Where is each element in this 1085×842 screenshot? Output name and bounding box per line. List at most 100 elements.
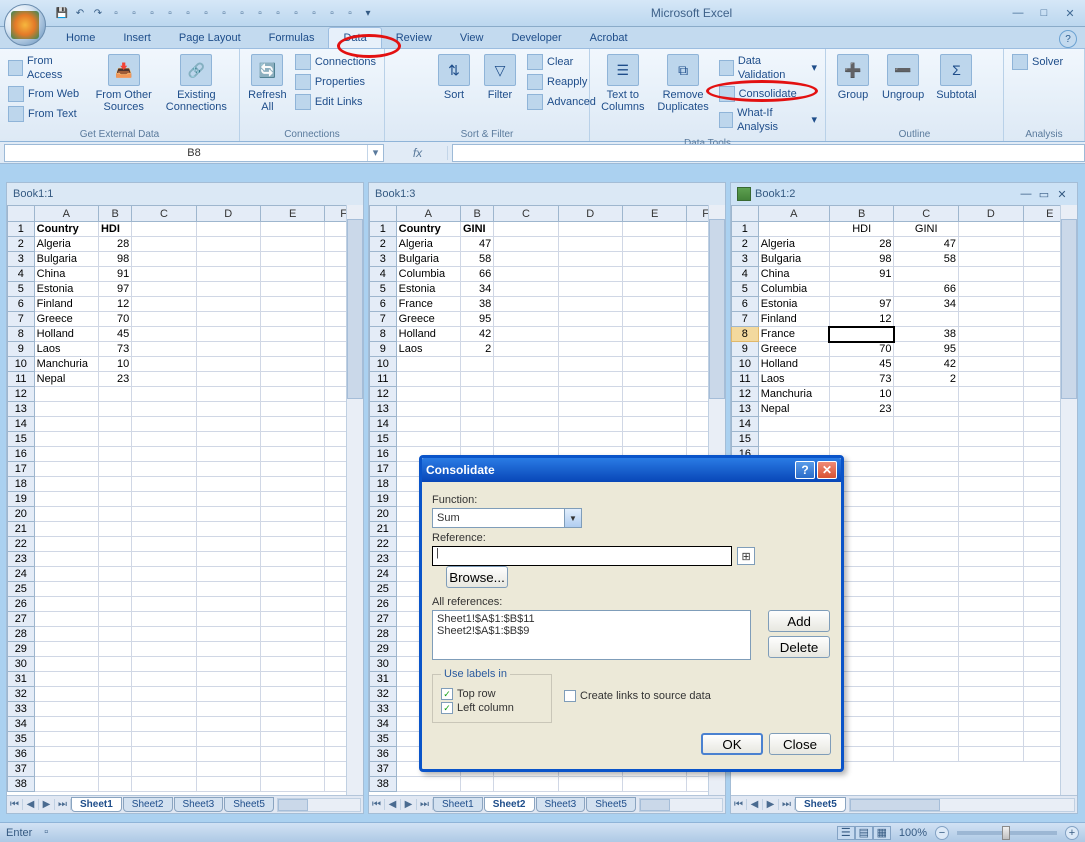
group-button[interactable]: ➕Group <box>832 52 874 103</box>
tab-page-layout[interactable]: Page Layout <box>165 28 255 48</box>
from-access-button[interactable]: From Access <box>6 52 88 84</box>
window-title[interactable]: Book1:3 <box>369 183 725 205</box>
sheet-tab[interactable]: Sheet3 <box>536 797 586 812</box>
dropdown-icon[interactable]: ▼ <box>564 509 581 527</box>
collapse-dialog-icon[interactable]: ⊞ <box>737 547 755 565</box>
grid[interactable]: ABCDEF1CountryHDI2Algeria283Bulgaria984C… <box>7 205 363 792</box>
name-box-dropdown-icon[interactable]: ▾ <box>367 145 383 161</box>
qat-icon[interactable]: ▫ <box>126 5 142 21</box>
macro-record-icon[interactable]: ▫ <box>44 826 60 840</box>
tab-view[interactable]: View <box>446 28 498 48</box>
window-title[interactable]: Book1:2 — ▭ ✕ <box>731 183 1077 205</box>
dialog-close-button[interactable]: ✕ <box>817 461 837 479</box>
sort-asc-icon[interactable] <box>391 64 409 84</box>
subtotal-button[interactable]: ΣSubtotal <box>932 52 980 103</box>
sheet-nav[interactable]: ⏮◀▶⏭ <box>369 799 433 810</box>
delete-button[interactable]: Delete <box>768 636 830 658</box>
add-button[interactable]: Add <box>768 610 830 632</box>
minimize-button[interactable]: — <box>1007 5 1029 21</box>
hscroll[interactable] <box>277 798 361 812</box>
maximize-button[interactable]: □ <box>1033 5 1055 21</box>
tab-data[interactable]: Data <box>328 27 381 48</box>
qat-icon[interactable]: ▫ <box>198 5 214 21</box>
window-title[interactable]: Book1:1 <box>7 183 363 205</box>
create-links-checkbox[interactable] <box>564 690 576 702</box>
remove-duplicates-button[interactable]: ⧉Remove Duplicates <box>654 52 713 115</box>
qat-icon[interactable]: ▫ <box>162 5 178 21</box>
help-icon[interactable]: ? <box>1059 30 1077 48</box>
refresh-all-button[interactable]: 🔄Refresh All <box>246 52 289 115</box>
clear-button[interactable]: Clear <box>525 52 598 72</box>
qat-icon[interactable]: ▫ <box>288 5 304 21</box>
sheet-tab[interactable]: Sheet1 <box>71 797 122 812</box>
restore-button[interactable]: ▭ <box>1035 187 1053 201</box>
zoom-out-button[interactable]: − <box>935 826 949 840</box>
from-web-button[interactable]: From Web <box>6 84 88 104</box>
formula-input[interactable] <box>452 144 1085 162</box>
consolidate-button[interactable]: Consolidate <box>717 84 819 104</box>
sheet-tab[interactable]: Sheet3 <box>174 797 224 812</box>
tab-home[interactable]: Home <box>52 28 109 48</box>
office-button[interactable] <box>4 4 46 46</box>
qat-icon[interactable]: ▫ <box>324 5 340 21</box>
minimize-button[interactable]: — <box>1017 187 1035 201</box>
edit-links-button[interactable]: Edit Links <box>293 92 378 112</box>
sheet-nav[interactable]: ⏮◀▶⏭ <box>7 799 71 810</box>
ok-button[interactable]: OK <box>701 733 763 755</box>
name-box[interactable]: B8▾ <box>4 144 384 162</box>
reapply-button[interactable]: Reapply <box>525 72 598 92</box>
sheet-tab[interactable]: Sheet5 <box>224 797 274 812</box>
qat-icon[interactable]: ▫ <box>270 5 286 21</box>
page-layout-view-icon[interactable]: ▤ <box>855 826 873 840</box>
whatif-button[interactable]: What-If Analysis ▾ <box>717 104 819 136</box>
connections-button[interactable]: Connections <box>293 52 378 72</box>
reference-input[interactable]: | <box>432 546 732 566</box>
qat-icon[interactable]: ▫ <box>216 5 232 21</box>
tab-formulas[interactable]: Formulas <box>255 28 329 48</box>
from-text-button[interactable]: From Text <box>6 104 88 124</box>
from-other-sources-button[interactable]: 📥From Other Sources <box>92 52 156 115</box>
close-button[interactable]: ✕ <box>1059 5 1081 21</box>
sheet-nav[interactable]: ⏮◀▶⏭ <box>731 799 795 810</box>
filter-button[interactable]: ▽Filter <box>479 52 521 103</box>
list-item[interactable]: Sheet2!$A$1:$B$9 <box>437 625 746 637</box>
browse-button[interactable]: Browse... <box>446 566 508 588</box>
text-to-columns-button[interactable]: ☰Text to Columns <box>596 52 650 115</box>
qat-icon[interactable]: ▫ <box>144 5 160 21</box>
zoom-slider[interactable] <box>957 831 1057 835</box>
tab-insert[interactable]: Insert <box>109 28 165 48</box>
sort-button[interactable]: ⇅Sort <box>433 52 475 103</box>
page-break-view-icon[interactable]: ▦ <box>873 826 891 840</box>
data-validation-button[interactable]: Data Validation ▾ <box>717 52 819 84</box>
tab-developer[interactable]: Developer <box>497 28 575 48</box>
top-row-checkbox[interactable]: ✓ <box>441 688 453 700</box>
close-button[interactable]: ✕ <box>1053 187 1071 201</box>
save-icon[interactable]: 💾 <box>54 5 70 21</box>
properties-button[interactable]: Properties <box>293 72 378 92</box>
qat-icon[interactable]: ▫ <box>252 5 268 21</box>
vscroll[interactable] <box>1060 205 1077 795</box>
hscroll[interactable] <box>639 798 723 812</box>
references-list[interactable]: Sheet1!$A$1:$B$11 Sheet2!$A$1:$B$9 <box>432 610 751 660</box>
sheet-tab[interactable]: Sheet2 <box>484 797 535 812</box>
normal-view-icon[interactable]: ☰ <box>837 826 855 840</box>
existing-connections-button[interactable]: 🔗Existing Connections <box>160 52 233 115</box>
qat-icon[interactable]: ▫ <box>342 5 358 21</box>
close-button[interactable]: Close <box>769 733 831 755</box>
qat-icon[interactable]: ▫ <box>180 5 196 21</box>
qat-icon[interactable]: ▫ <box>108 5 124 21</box>
list-item[interactable]: Sheet1!$A$1:$B$11 <box>437 613 746 625</box>
ungroup-button[interactable]: ➖Ungroup <box>878 52 928 103</box>
zoom-level[interactable]: 100% <box>899 827 927 839</box>
advanced-button[interactable]: Advanced <box>525 92 598 112</box>
zoom-in-button[interactable]: + <box>1065 826 1079 840</box>
qat-icon[interactable]: ▫ <box>234 5 250 21</box>
sheet-tab[interactable]: Sheet5 <box>795 797 846 812</box>
sheet-tab[interactable]: Sheet2 <box>123 797 173 812</box>
tab-acrobat[interactable]: Acrobat <box>576 28 642 48</box>
sheet-tab[interactable]: Sheet1 <box>433 797 483 812</box>
hscroll[interactable] <box>849 798 1075 812</box>
dialog-title-bar[interactable]: Consolidate ? ✕ <box>422 458 841 482</box>
sort-desc-icon[interactable] <box>411 64 429 84</box>
undo-icon[interactable]: ↶ <box>72 5 88 21</box>
